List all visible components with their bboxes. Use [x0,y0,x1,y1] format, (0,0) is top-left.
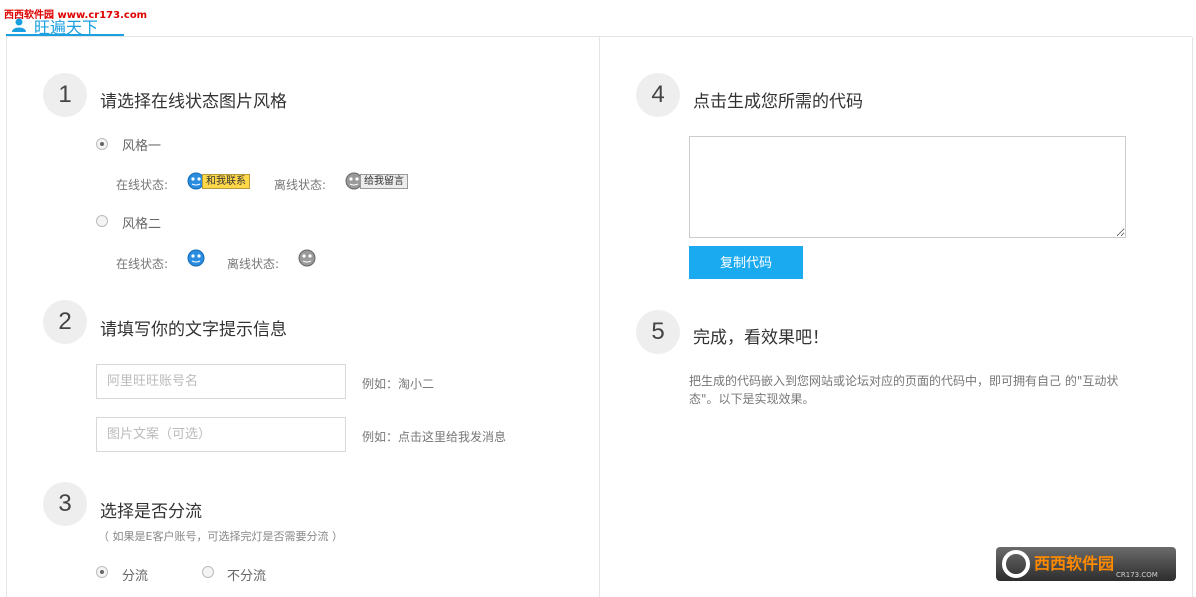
user-icon [12,18,26,32]
divert-no-label[interactable]: 不分流 [227,565,266,584]
header-tab[interactable]: 旺遍天下 [6,16,124,37]
divert-no-radio[interactable] [202,566,214,578]
logo-main-text: 西西软件园 [1034,554,1114,573]
step-5-number: 5 [636,310,680,354]
online-badge-text: 和我联系 [202,173,250,189]
wangwang-online-icon [187,249,205,267]
style1-radio[interactable] [96,138,108,150]
step-2-number: 2 [43,300,87,344]
wangwang-offline-icon [298,249,316,267]
image-text-hint: 例如：点击这里给我发消息 [362,430,507,444]
header-title: 旺遍天下 [34,18,99,37]
divert-yes-radio[interactable] [96,566,108,578]
step-5-description: 把生成的代码嵌入到您网站或论坛对应的页面的代码中，即可拥有自己 的"互动状态"。… [689,374,1119,406]
style2-online-label: 在线状态: [116,257,169,271]
style1-offline-badge: 给我留言 [345,172,408,190]
code-output-textarea[interactable] [689,136,1126,238]
step-3-note: （ 如果是E客户账号，可选择完灯是否需要分流 ） [98,530,343,543]
offline-badge-text: 给我留言 [360,173,408,189]
left-panel: 1 请选择在线状态图片风格 风格一 在线状态: 和我联系 离线状态: 给我留言 … [6,37,599,597]
copy-code-button[interactable]: 复制代码 [689,246,803,279]
account-input[interactable] [96,364,346,399]
style2-radio[interactable] [96,215,108,227]
step-3-number: 3 [43,482,87,526]
divert-yes-label[interactable]: 分流 [122,565,148,584]
step-4-number: 4 [636,73,680,117]
step-2-title: 请填写你的文字提示信息 [100,320,287,340]
logo-sub-text: CR173.COM [1116,571,1158,579]
style2-offline-label: 离线状态: [227,257,280,271]
image-text-input[interactable] [96,417,346,452]
right-panel: 4 点击生成您所需的代码 复制代码 5 完成，看效果吧！ 把生成的代码嵌入到您网… [599,37,1193,597]
style2-label[interactable]: 风格二 [122,213,161,232]
account-hint: 例如：淘小二 [362,377,435,391]
step-4-title: 点击生成您所需的代码 [693,92,863,112]
site-logo-watermark: 西西软件园 CR173.COM [996,547,1176,581]
style1-online-badge: 和我联系 [187,172,250,190]
step-1-number: 1 [43,73,87,117]
style1-label[interactable]: 风格一 [122,135,161,154]
step-5-title: 完成，看效果吧！ [693,328,829,348]
step-1-title: 请选择在线状态图片风格 [100,92,287,112]
style1-offline-label: 离线状态: [274,178,327,192]
step-3-title: 选择是否分流 [100,502,202,522]
style1-online-label: 在线状态: [116,178,169,192]
